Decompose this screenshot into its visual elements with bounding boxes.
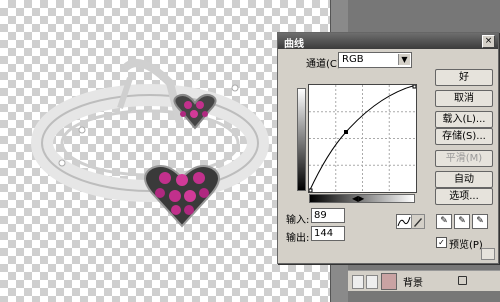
ring-image <box>31 59 269 228</box>
dialog-title: 曲线 <box>284 39 304 50</box>
curve-tool-icon[interactable] <box>396 214 412 229</box>
layer-name: 背景 <box>403 278 423 289</box>
output-gradient-bar <box>297 88 306 191</box>
auto-button[interactable]: 自动 <box>435 171 493 188</box>
load-button[interactable]: 载入(L)... <box>435 111 493 128</box>
channel-select[interactable]: RGB ▼ <box>338 52 412 68</box>
white-eyedropper-icon[interactable]: ✎ <box>472 214 488 229</box>
ok-button[interactable]: 好 <box>435 69 493 86</box>
expand-icon[interactable] <box>481 248 495 260</box>
output-label: 输出: <box>286 233 310 244</box>
link-icon[interactable] <box>366 275 378 289</box>
layer-thumbnail <box>381 273 397 290</box>
cancel-button[interactable]: 取消 <box>435 90 493 107</box>
curves-dialog: 曲线 × 通道(C): RGB ▼ ◀▶ 输入: 89 输出: 144 好 取消… <box>277 32 499 264</box>
smooth-button[interactable]: 平滑(M) <box>435 150 493 167</box>
gray-eyedropper-icon[interactable]: ✎ <box>454 214 470 229</box>
black-eyedropper-icon[interactable]: ✎ <box>436 214 452 229</box>
curve-graph[interactable] <box>308 84 417 193</box>
output-field[interactable]: 144 <box>311 226 345 241</box>
layer-row-background[interactable]: 背景 <box>348 270 500 291</box>
channel-value: RGB <box>342 54 364 65</box>
preview-checkbox[interactable]: ✓ <box>436 237 447 248</box>
preview-label: 预览(P) <box>449 240 483 251</box>
input-field[interactable]: 89 <box>311 208 345 223</box>
curve-graph-svg <box>308 84 417 193</box>
chevron-down-icon[interactable]: ▼ <box>398 54 410 65</box>
pencil-tool-icon[interactable] <box>411 214 425 229</box>
input-label: 输入: <box>286 215 310 226</box>
titlebar[interactable]: 曲线 × <box>278 33 498 50</box>
lock-icon <box>458 276 467 285</box>
curve-endpoint <box>308 188 313 193</box>
close-button[interactable]: × <box>482 35 495 48</box>
gradient-toggle-icon[interactable]: ◀▶ <box>352 195 364 203</box>
curve-control-point <box>344 130 348 134</box>
visibility-icon[interactable] <box>352 275 364 289</box>
save-button[interactable]: 存储(S)... <box>435 128 493 145</box>
options-button[interactable]: 选项... <box>435 188 493 205</box>
curve-endpoint <box>412 84 417 89</box>
